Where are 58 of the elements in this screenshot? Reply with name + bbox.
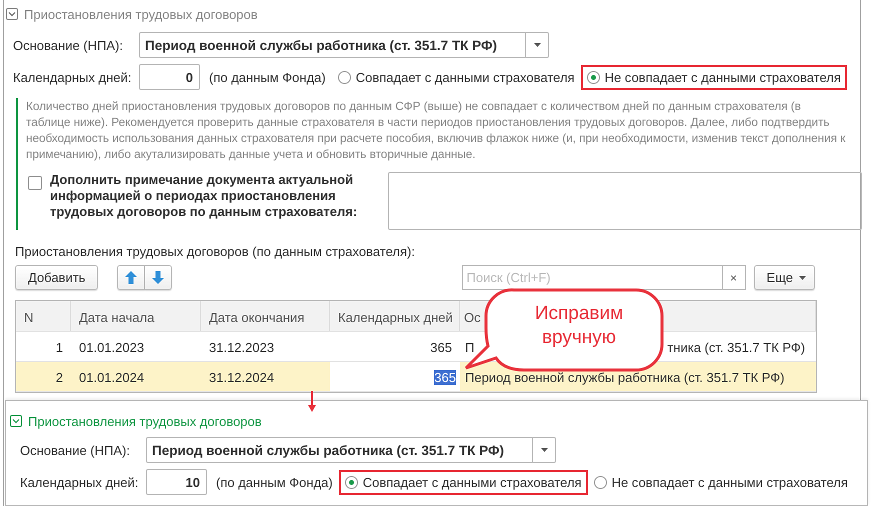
days-field[interactable]: 10 [146, 469, 207, 495]
column-header[interactable]: Дата начала [79, 310, 154, 325]
collapse-toggle[interactable] [6, 8, 18, 20]
table-row[interactable]: 2 01.01.2024 31.12.2024 365 Период военной службы работника (ст. 351.7 ТК РФ) [16, 362, 816, 392]
table-cell: 365 [430, 340, 452, 355]
move-up-button[interactable] [117, 265, 146, 290]
field-label: Календарных дней: [19, 474, 140, 490]
checkbox-label[interactable]: Дополнить примечание документа актуальной информацией о периодах приостановления трудовых договоров по данным страхователя: [50, 172, 380, 230]
more-button[interactable]: Еще [754, 265, 815, 290]
collapse-toggle[interactable] [10, 415, 22, 427]
up-arrow-icon [125, 271, 138, 284]
table-cell-text: 31.12.2023 [208, 339, 276, 357]
caret-icon [540, 448, 548, 452]
note-textarea[interactable] [388, 172, 862, 230]
radio-option[interactable]: Совпадает с данными страхователя [338, 470, 588, 494]
table-cell-text: Период военной службы работника (ст. 351.7 ТК РФ) [465, 370, 784, 387]
basis-combobox[interactable]: Период военной службы работника (ст. 351.7 ТК РФ) [139, 32, 549, 58]
table-cell-text: 2 [54, 369, 64, 387]
chevron-icon [12, 418, 20, 424]
table-label: Приостановления трудовых договоров (по данным страхователя): [15, 244, 416, 259]
field-note: (по данным Фонда) [209, 70, 326, 84]
table-cell[interactable]: 365 [434, 370, 456, 385]
radio-circle[interactable] [344, 476, 358, 488]
table-cell-text: 1 [54, 339, 64, 357]
down-arrow-icon [152, 271, 164, 284]
caret-icon [534, 43, 540, 47]
table-cell-text: 01.01.2024 [78, 369, 146, 387]
section-title: Приостановления трудовых договоров [28, 414, 262, 428]
table-cell-text: 01.01.2023 [78, 339, 146, 357]
search-field[interactable]: Поиск (Ctrl+F) [462, 265, 722, 290]
days-field[interactable]: 0 [139, 64, 200, 90]
field-note: (по данным Фонда) [216, 474, 333, 490]
field-label: Основание (НПА): [19, 442, 131, 458]
basis-combobox[interactable]: Период военной службы работника (ст. 351.7 ТК РФ) [146, 437, 556, 463]
info-text: Количество дней приостановления трудовых договоров по данным СФР (выше) не совпадает с количеством дней по данным страхователя (в таблице ниже). Рекомендуется проверить данные страхователя в части периодов приостановления трудовых договоров. Далее, либо подтвердить необходимость использования данных страхователя при расчете пособия, включив флажок ниже (и, при необходимости, изменив текст дополнения к примечанию), либо акутализировать данные учета и обновить вторичные данные. [26, 98, 846, 162]
radio-circle[interactable] [594, 476, 607, 488]
radio-option[interactable]: Совпадает с данными страхователя [332, 64, 581, 90]
radio-circle[interactable] [338, 70, 351, 84]
down-arrow [307, 391, 317, 413]
clear-button[interactable]: × [722, 265, 746, 290]
radio-option[interactable]: Не совпадает с данными страхователя [588, 470, 854, 494]
add-button[interactable]: Добавить [15, 265, 98, 290]
radio-circle[interactable] [586, 70, 600, 84]
field-label: Основание (НПА): [12, 38, 124, 52]
table-cell-text: тника (ст. 351.7 ТК РФ) [667, 340, 806, 357]
move-down-button[interactable] [145, 265, 172, 290]
table-cell-text: П [465, 340, 474, 357]
section-title: Приостановления трудовых договоров [24, 6, 258, 22]
column-header[interactable]: N [24, 310, 34, 325]
field-label: Календарных дней: [12, 70, 132, 84]
radio-option[interactable]: Не совпадает с данными страхователя [580, 64, 847, 90]
table-cell-text: 31.12.2024 [208, 369, 276, 387]
checkbox[interactable] [28, 176, 42, 190]
column-header[interactable]: Ос [464, 310, 481, 325]
chevron-icon [8, 11, 16, 17]
column-header[interactable]: Календарных дней [338, 310, 453, 325]
caret-icon [799, 276, 806, 280]
column-header[interactable]: Дата окончания [209, 310, 304, 325]
